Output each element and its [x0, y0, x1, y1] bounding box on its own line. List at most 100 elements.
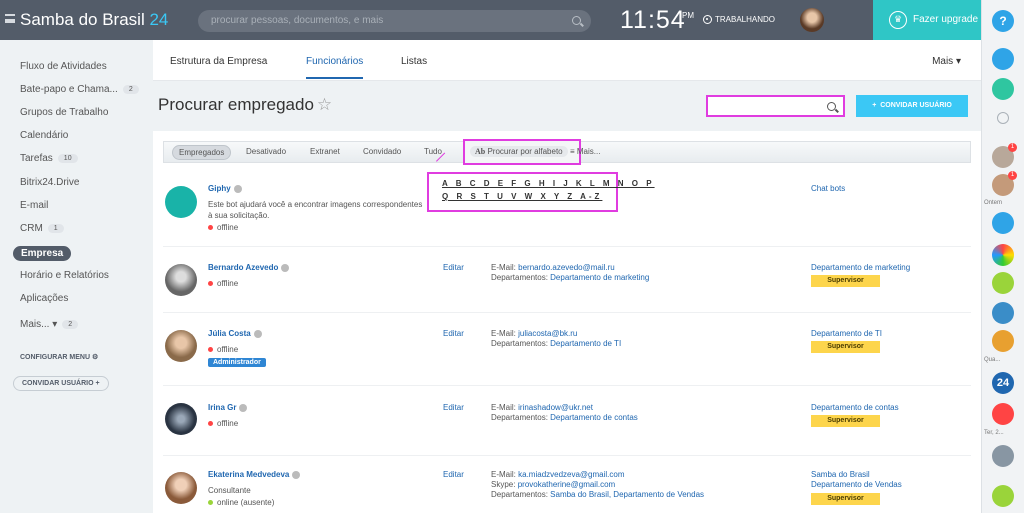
- search-icon[interactable]: [572, 16, 581, 25]
- status-dot: [208, 347, 213, 352]
- filter-invited[interactable]: Convidado: [363, 147, 401, 156]
- sidebar-item-email[interactable]: E-mail: [20, 200, 48, 211]
- edit-link[interactable]: Editar: [443, 329, 464, 338]
- avatar[interactable]: [165, 472, 197, 504]
- gear-icon: [239, 403, 248, 412]
- dept-link[interactable]: Chat bots: [811, 184, 845, 194]
- date-label: Ontem: [984, 200, 1003, 206]
- edit-link[interactable]: Editar: [443, 470, 464, 479]
- sidebar-item-apps[interactable]: Aplicações: [20, 293, 68, 304]
- sidebar-item-timeman[interactable]: Horário e Relatórios: [20, 270, 109, 281]
- avatar[interactable]: [165, 264, 197, 296]
- avatar[interactable]: [165, 186, 197, 218]
- phone-icon[interactable]: [992, 485, 1014, 507]
- dept-link[interactable]: Departamento de TI: [811, 329, 882, 339]
- filter-alphabet[interactable]: Ab Procurar por alfabeto: [463, 139, 581, 165]
- employee-name[interactable]: Irina Gr: [208, 403, 248, 412]
- clock: 11:54: [620, 6, 686, 34]
- gear-icon: [292, 470, 301, 479]
- top-bar: Samba do Brasil 24 procurar pessoas, doc…: [0, 0, 981, 40]
- list-item: Bernardo Azevedo offline Editar E-Mail: …: [153, 247, 981, 313]
- group-chat-icon[interactable]: [992, 244, 1014, 266]
- dept-link[interactable]: Departamento de contas: [811, 403, 899, 413]
- group-chat-icon[interactable]: [992, 330, 1014, 352]
- filter-employees[interactable]: Empregados: [172, 145, 232, 160]
- contact-info: E-Mail: bernardo.azevedo@mail.ru Departam…: [491, 263, 650, 282]
- filter-bar: Empregados Desativado Extranet Convidado…: [163, 139, 971, 165]
- filter-search-input[interactable]: [706, 95, 845, 117]
- employee-desc: à sua solicitação.: [208, 211, 270, 220]
- filter-all[interactable]: Tudo: [424, 147, 442, 156]
- bitrix24-icon[interactable]: 24: [992, 372, 1014, 394]
- notifications-icon[interactable]: [992, 48, 1014, 70]
- date-label: Ter, 2...: [984, 430, 1004, 436]
- role-badge: Supervisor: [811, 493, 880, 505]
- alphabet-icon: Ab: [475, 147, 486, 156]
- search-icon[interactable]: [997, 112, 1009, 124]
- filter-disabled[interactable]: Desativado: [246, 147, 286, 156]
- sidebar-item-company[interactable]: Empresa: [13, 246, 72, 261]
- contact-info: E-Mail: ka.miadzvedzeva@gmail.com Skype: …: [491, 470, 705, 499]
- sidebar-item-workgroups[interactable]: Grupos de Trabalho: [20, 107, 108, 118]
- record-icon: [703, 15, 712, 24]
- tab-company-structure[interactable]: Estrutura da Empresa: [170, 56, 267, 67]
- invite-user-button[interactable]: CONVIDAR USUÁRIO +: [13, 376, 109, 391]
- edit-link[interactable]: Editar: [443, 263, 464, 272]
- search-icon[interactable]: [827, 102, 836, 111]
- employee-name[interactable]: Bernardo Azevedo: [208, 263, 290, 272]
- search-input[interactable]: procurar pessoas, documentos, e mais: [198, 10, 591, 32]
- gear-icon: ⚙: [91, 354, 99, 361]
- sidebar-item-calendar[interactable]: Calendário: [20, 130, 68, 141]
- user-avatar[interactable]: [800, 8, 824, 32]
- edit-link[interactable]: Editar: [443, 403, 464, 412]
- tab-lists[interactable]: Listas: [401, 56, 427, 67]
- main-content: Estrutura da Empresa Funcionários Listas…: [153, 40, 981, 513]
- logo[interactable]: Samba do Brasil 24: [20, 10, 168, 30]
- menu-icon[interactable]: [5, 14, 15, 23]
- chat-icon[interactable]: [992, 78, 1014, 100]
- role-badge: Supervisor: [811, 341, 880, 353]
- sidebar-item-feed[interactable]: Fluxo de Atividades: [20, 61, 107, 72]
- status-dot: [208, 225, 213, 230]
- employee-name[interactable]: Giphy: [208, 184, 242, 193]
- recent-chat-avatar[interactable]: 1: [992, 143, 1017, 168]
- filter-extranet[interactable]: Extranet: [310, 147, 340, 156]
- status-dot: [208, 500, 213, 505]
- employee-name[interactable]: Ekaterina Medvedeva: [208, 470, 301, 479]
- role-badge: Supervisor: [811, 275, 880, 287]
- configure-menu-button[interactable]: CONFIGURAR MENU ⚙: [20, 353, 98, 361]
- avatar[interactable]: [165, 330, 197, 362]
- help-button[interactable]: ?: [992, 10, 1014, 32]
- tab-bar: Estrutura da Empresa Funcionários Listas…: [153, 40, 981, 81]
- recent-chat-avatar[interactable]: [992, 445, 1014, 467]
- sidebar-item-drive[interactable]: Bitrix24.Drive: [20, 177, 79, 188]
- avatar[interactable]: [165, 403, 197, 435]
- dept-link[interactable]: Departamento de marketing: [811, 263, 910, 273]
- date-label: Qua...: [984, 357, 1001, 363]
- work-status[interactable]: TRABALHANDO: [703, 15, 775, 24]
- list-item: Ekaterina Medvedeva Consultante online (…: [153, 456, 981, 513]
- admin-badge: Administrador: [208, 358, 266, 367]
- employee-name[interactable]: Júlia Costa: [208, 329, 262, 338]
- sidebar-item-more[interactable]: Mais... ▾ 2: [20, 319, 79, 330]
- sidebar-item-crm[interactable]: CRM 1: [20, 223, 64, 234]
- recent-chat-avatar[interactable]: 1: [992, 171, 1017, 196]
- lock-icon[interactable]: [992, 212, 1014, 234]
- contact-info: E-Mail: irinashadow@ukr.net Departamentos…: [491, 403, 638, 422]
- left-menu: Fluxo de Atividades Bate-papo e Chama...…: [0, 40, 153, 513]
- tab-employees[interactable]: Funcionários: [306, 56, 364, 79]
- star-icon[interactable]: ☆: [317, 95, 332, 114]
- lock-icon[interactable]: [992, 272, 1014, 294]
- status-dot: [208, 421, 213, 426]
- sidebar-item-chat[interactable]: Bate-papo e Chama... 2: [20, 84, 139, 95]
- clock-ampm: PM: [682, 11, 694, 20]
- employee-position: Consultante: [208, 486, 251, 495]
- group-chat-icon[interactable]: [992, 302, 1014, 324]
- more-tab[interactable]: Mais ▾: [932, 56, 961, 67]
- invite-user-button[interactable]: + CONVIDAR USUÁRIO: [856, 95, 968, 117]
- dept-link[interactable]: Samba do Brasil Departamento de Vendas: [811, 470, 902, 490]
- upgrade-button[interactable]: ♛ Fazer upgrade: [873, 0, 981, 40]
- filter-more[interactable]: ≡ Mais...: [570, 147, 600, 156]
- lock-icon[interactable]: [992, 403, 1014, 425]
- sidebar-item-tasks[interactable]: Tarefas 10: [20, 153, 78, 164]
